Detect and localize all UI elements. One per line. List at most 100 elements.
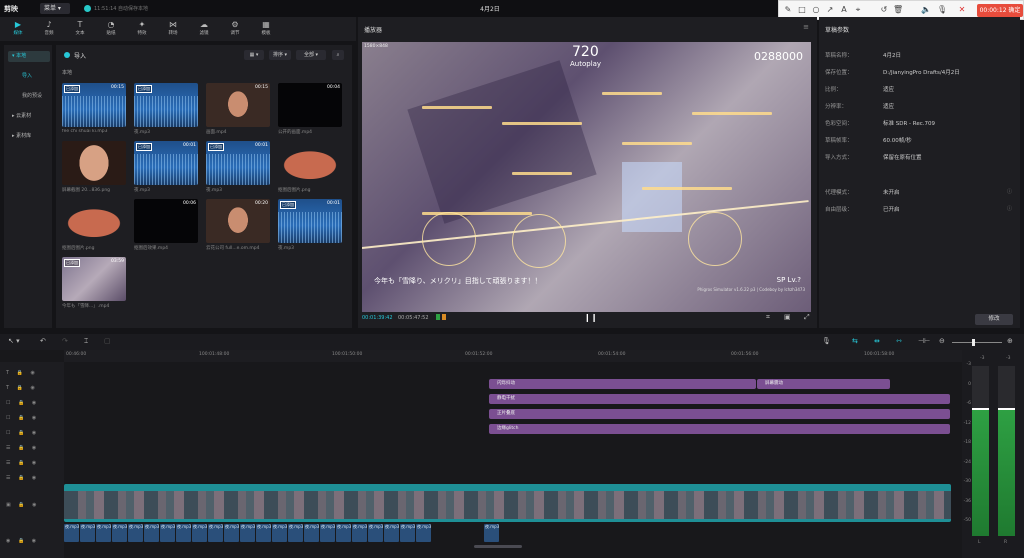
audio-clip[interactable]: 夜.mp3 [320, 524, 335, 542]
undo-icon[interactable]: ↺ [879, 5, 889, 15]
media-thumbnail[interactable]: 00:06 [134, 199, 198, 243]
media-thumbnail[interactable]: 00:20 [206, 199, 270, 243]
time-ruler[interactable]: 00:46:00 100:01:48:00 100:01:50:00 00:01:52… [64, 350, 962, 362]
zoom-out-icon[interactable]: ⊖ [939, 337, 945, 345]
fullscreen-icon[interactable]: ⤢ [804, 313, 810, 322]
circle-icon[interactable]: ○ [811, 5, 821, 15]
ratio-icon[interactable]: ▣ [784, 313, 791, 321]
modify-button[interactable]: 修改 [975, 314, 1013, 325]
nav-my-presets[interactable]: 我的预设 [8, 91, 50, 102]
nav-import[interactable]: 导入 [8, 71, 50, 82]
track-header-controls[interactable]: T 🔒 ◉ [6, 370, 38, 376]
track-header-controls[interactable]: ☰ 🔒 ◉ [6, 460, 39, 466]
media-thumbnail[interactable]: 已添加 00:01 [278, 199, 342, 243]
tab-text[interactable]: T 文本 [66, 19, 94, 39]
menu-button[interactable]: 菜单 ▾ [40, 3, 70, 14]
tab-adjust[interactable]: ⚙ 调节 [221, 19, 249, 39]
mic-icon[interactable]: 🎙 [822, 337, 831, 345]
audio-clip[interactable]: 夜.mp3 [80, 524, 95, 542]
menu-dots-icon[interactable]: ≡ [803, 23, 809, 31]
track-header-controls[interactable]: ☰ 🔒 ◉ [6, 445, 39, 451]
trash-icon[interactable]: 🗑 [893, 5, 903, 15]
effect-clip[interactable]: 静电干扰 [489, 394, 950, 404]
audio-clip[interactable]: 夜.mp3 [368, 524, 383, 542]
arrow-icon[interactable]: ↗ [825, 5, 835, 15]
split-icon[interactable]: ⌶ [84, 337, 88, 346]
recording-timer-button[interactable]: 00:00:12 确定 [977, 4, 1023, 17]
crop-icon[interactable]: ⌗ [766, 313, 770, 322]
track-header-controls[interactable]: ☰ 🔒 ◉ [6, 475, 39, 481]
video-preview[interactable]: 1580×848 720 Autoplay 0288000 今年も「雪降り、メリ… [362, 42, 811, 312]
pause-icon[interactable]: ❙❙ [584, 313, 597, 322]
track-header-controls[interactable]: ☐ 🔒 ◉ [6, 415, 39, 421]
pen-icon[interactable]: ✎ [783, 5, 793, 15]
effect-clip[interactable]: 正片叠底 [489, 409, 950, 419]
media-thumbnail[interactable]: 已添加 [134, 83, 198, 127]
undo-icon[interactable]: ↶ [40, 337, 46, 345]
delete-icon[interactable]: ▢ [104, 337, 111, 345]
audio-clip[interactable]: 夜.mp3 [256, 524, 271, 542]
audio-clip[interactable]: 夜.mp3 [192, 524, 207, 542]
info-icon[interactable]: ⓘ [1007, 188, 1012, 195]
tab-filter[interactable]: ☁ 滤镜 [190, 19, 218, 39]
audio-clip[interactable]: 夜.mp3 [128, 524, 143, 542]
media-thumbnail[interactable] [278, 141, 342, 185]
audio-clip[interactable]: 夜.mp3 [208, 524, 223, 542]
snap-icon[interactable]: ⇹ [874, 337, 880, 345]
audio-clip[interactable]: 夜.mp3 [64, 524, 79, 542]
zoom-in-icon[interactable]: ⊕ [1007, 337, 1013, 345]
audio-clip[interactable]: 夜.mp3 [352, 524, 367, 542]
zoom-slider[interactable] [952, 342, 1002, 343]
preview-axis-icon[interactable]: ⇿ [896, 337, 902, 345]
effect-clip[interactable]: 边缘glitch [489, 424, 950, 434]
media-thumbnail[interactable]: 已添加 00:01 [134, 141, 198, 185]
audio-clip[interactable]: 夜.mp3 [176, 524, 191, 542]
select-tool-icon[interactable]: ↖ ▾ [8, 337, 20, 345]
media-thumbnail[interactable]: 已添加 03:59 [62, 257, 126, 301]
media-thumbnail[interactable]: 00:15 [206, 83, 270, 127]
nav-cloud[interactable]: ▸ 云素材 [8, 111, 50, 122]
audio-clip[interactable]: 夜.mp3 [224, 524, 239, 542]
audio-clip[interactable]: 夜.mp3 [304, 524, 319, 542]
mic-icon[interactable]: 🎙 [937, 5, 947, 15]
waveform-toggle-icon[interactable] [436, 314, 446, 320]
audio-clip[interactable]: 夜.mp3 [112, 524, 127, 542]
track-header-controls[interactable]: ☐ 🔒 ◉ [6, 400, 39, 406]
media-thumbnail[interactable]: 已添加 00:15 [62, 83, 126, 127]
audio-clip[interactable]: 夜.mp3 [416, 524, 431, 542]
audio-clip[interactable]: 夜.mp3 [272, 524, 287, 542]
timeline-scrollbar[interactable] [474, 545, 522, 548]
redo-icon[interactable]: ↷ [62, 337, 68, 345]
tab-media[interactable]: ▶ 媒体 [4, 19, 32, 39]
rect-icon[interactable]: □ [797, 5, 807, 15]
audio-clip[interactable]: 夜.mp3 [484, 524, 499, 542]
zoom-slider-handle[interactable] [972, 339, 975, 346]
text-icon[interactable]: A [839, 5, 849, 15]
close-icon[interactable]: ✕ [957, 5, 967, 15]
audio-clip[interactable]: 夜.mp3 [240, 524, 255, 542]
audio-clip[interactable]: 夜.mp3 [400, 524, 415, 542]
speaker-icon[interactable]: 🔈 [921, 5, 931, 15]
media-thumbnail[interactable] [62, 141, 126, 185]
audio-clip[interactable]: 夜.mp3 [336, 524, 351, 542]
marker-icon[interactable]: ⌖ [853, 5, 863, 15]
main-video-clip[interactable] [64, 484, 951, 522]
media-thumbnail[interactable] [62, 199, 126, 243]
track-header-controls[interactable]: ◉ 🔒 ◉ [6, 538, 39, 544]
nav-local[interactable]: ▾ 本地 [8, 51, 50, 62]
tab-template[interactable]: ▦ 模板 [252, 19, 280, 39]
track-header-controls[interactable]: ▣ 🔒 ◉ [6, 502, 40, 508]
tab-sticker[interactable]: ◔ 贴纸 [97, 19, 125, 39]
nav-library[interactable]: ▸ 素材库 [8, 131, 50, 142]
audio-clip[interactable]: 夜.mp3 [96, 524, 111, 542]
audio-clip[interactable]: 夜.mp3 [384, 524, 399, 542]
track-header-controls[interactable]: ☐ 🔒 ◉ [6, 430, 39, 436]
effect-clip[interactable]: 屏幕震动 [757, 379, 890, 389]
media-thumbnail[interactable]: 00:04 [278, 83, 342, 127]
audio-clip[interactable]: 夜.mp3 [144, 524, 159, 542]
fit-icon[interactable]: ⊣⊢ [918, 337, 930, 345]
effect-clip[interactable]: 闪烁抖动 [489, 379, 756, 389]
track-header-controls[interactable]: T 🔒 ◉ [6, 385, 38, 391]
tab-transition[interactable]: ⋈ 转场 [159, 19, 187, 39]
media-thumbnail[interactable]: 已添加 00:01 [206, 141, 270, 185]
